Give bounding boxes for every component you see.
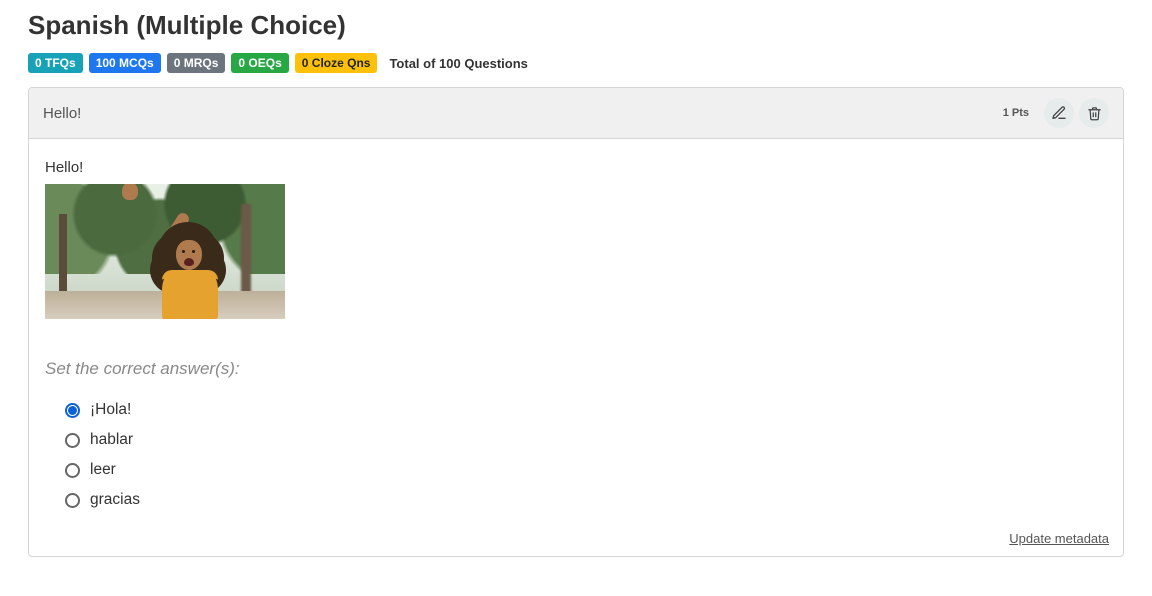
option-row[interactable]: ¡Hola! (65, 395, 1107, 425)
option-label: gracias (90, 491, 140, 509)
radio-icon (65, 403, 80, 418)
question-prompt: Hello! (45, 159, 1107, 176)
delete-button[interactable] (1079, 98, 1109, 128)
badge-tfq: 0 TFQs (28, 53, 83, 73)
page-title: Spanish (Multiple Choice) (28, 10, 1124, 41)
radio-icon (65, 463, 80, 478)
question-header: Hello! 1 Pts (29, 88, 1123, 139)
badges-row: 0 TFQs 100 MCQs 0 MRQs 0 OEQs 0 Cloze Qn… (28, 53, 1124, 73)
radio-icon (65, 433, 80, 448)
question-header-title: Hello! (43, 105, 1003, 122)
set-correct-label: Set the correct answer(s): (45, 359, 1107, 379)
option-label: hablar (90, 431, 133, 449)
edit-icon (1051, 105, 1067, 121)
option-row[interactable]: leer (65, 455, 1107, 485)
total-questions-label: Total of 100 Questions (389, 56, 527, 71)
badge-mcq: 100 MCQs (89, 53, 161, 73)
badge-oeq: 0 OEQs (231, 53, 288, 73)
trash-icon (1087, 106, 1102, 121)
points-label: 1 Pts (1003, 107, 1029, 119)
question-footer: Update metadata (29, 523, 1123, 556)
question-card: Hello! 1 Pts Hello! (28, 87, 1124, 557)
option-row[interactable]: gracias (65, 485, 1107, 515)
badge-cloze: 0 Cloze Qns (295, 53, 378, 73)
update-metadata-link[interactable]: Update metadata (1009, 531, 1109, 546)
radio-icon (65, 493, 80, 508)
edit-button[interactable] (1044, 98, 1074, 128)
options-list: ¡Hola! hablar leer gracias (45, 395, 1107, 515)
option-label: ¡Hola! (90, 401, 131, 419)
badge-mrq: 0 MRQs (167, 53, 226, 73)
option-row[interactable]: hablar (65, 425, 1107, 455)
option-label: leer (90, 461, 116, 479)
question-body: Hello! Set the c (29, 139, 1123, 523)
question-image (45, 184, 285, 319)
